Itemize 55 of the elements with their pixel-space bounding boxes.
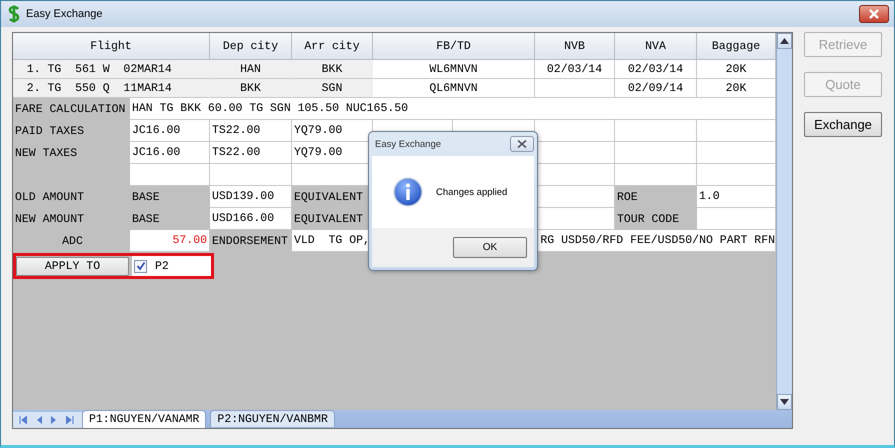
endorsement-text: VLD TG OP, <box>294 234 370 247</box>
table-cell: QL6MNVN <box>373 79 535 98</box>
column-header[interactable]: NVB <box>535 33 615 60</box>
passenger-tab[interactable]: P2:NGUYEN/VANBMR <box>210 410 335 427</box>
apply-to-button[interactable]: APPLY TO <box>16 256 129 276</box>
column-header[interactable]: Arr city <box>292 33 373 60</box>
table-cell: BKK <box>292 60 373 79</box>
previous-icon[interactable] <box>36 416 42 424</box>
next-icon[interactable] <box>51 416 57 424</box>
first-page-icon[interactable] <box>19 416 27 424</box>
passenger-tab[interactable]: P1:NGUYEN/VANAMR <box>82 410 206 428</box>
table-cell: BKK <box>210 79 292 98</box>
column-header[interactable]: Flight <box>13 33 210 60</box>
close-icon <box>868 9 880 19</box>
checkbox[interactable] <box>134 260 147 272</box>
table-cell: SGN <box>292 79 373 98</box>
close-icon <box>517 140 527 148</box>
ok-button[interactable]: OK <box>453 237 527 258</box>
last-page-icon[interactable] <box>66 416 74 424</box>
table-cell: 20K <box>697 60 776 79</box>
table-cell: 2. TG 550 Q 11MAR14 <box>13 79 210 98</box>
vertical-scrollbar[interactable] <box>776 33 792 410</box>
table-cell: 1. TG 561 W 02MAR14 <box>13 60 210 79</box>
column-header[interactable]: NVA <box>615 33 697 60</box>
field-value: TS22.00 <box>210 120 292 142</box>
table-cell: 02/03/14 <box>615 60 697 79</box>
dollar-icon <box>8 5 20 23</box>
close-button[interactable] <box>510 136 534 152</box>
field-value: JC16.00 <box>130 120 210 142</box>
field-value: USD139.00 <box>210 186 292 208</box>
scroll-up-icon[interactable] <box>777 33 792 49</box>
field-value: 1.0 <box>697 186 776 208</box>
amount-value: 57.00 <box>130 230 210 252</box>
column-header[interactable]: Dep city <box>210 33 292 60</box>
table-cell: WL6MNVN <box>373 60 535 79</box>
table-cell: HAN <box>210 60 292 79</box>
close-button[interactable] <box>859 5 889 23</box>
field-value: USD166.00 <box>210 208 292 230</box>
column-header[interactable]: FB/TD <box>373 33 535 60</box>
window-title: Easy Exchange <box>26 8 104 20</box>
field-value: TS22.00 <box>210 142 292 164</box>
column-header[interactable]: Baggage <box>697 33 776 60</box>
info-icon <box>393 177 423 207</box>
field-value: JC16.00 <box>130 142 210 164</box>
table-cell: 20K <box>697 79 776 98</box>
action-button[interactable]: Exchange <box>804 112 882 137</box>
table-cell: 02/03/14 <box>535 60 615 79</box>
dialog-title: Easy Exchange <box>375 138 442 150</box>
field-value: HAN TG BKK 60.00 TG SGN 105.50 NUC165.50 <box>130 98 776 120</box>
dialog-message: Changes applied <box>436 186 508 198</box>
checkbox-label: P2 <box>155 260 169 272</box>
table-cell: 02/09/14 <box>615 79 697 98</box>
scroll-down-icon[interactable] <box>777 394 792 410</box>
endorsement-text: RG USD50/RFD FEE/USD50/NO PART RFN <box>540 234 775 247</box>
field-value: YQ79.00 <box>292 120 373 142</box>
